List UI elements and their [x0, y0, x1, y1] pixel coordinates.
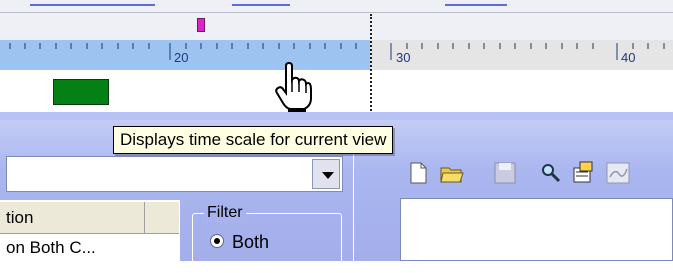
tick-label-30: 30 [396, 50, 411, 65]
panel-top-edge [0, 112, 673, 120]
list-column-header[interactable]: tion [0, 202, 145, 234]
divider [0, 12, 673, 13]
chevron-down-icon[interactable] [312, 159, 340, 189]
view-combobox[interactable] [6, 156, 343, 192]
graph-icon[interactable] [605, 160, 631, 186]
header-link-3[interactable] [445, 4, 507, 6]
ruler-ticks [9, 43, 665, 60]
tick-label-20: 20 [174, 50, 189, 65]
radio-both[interactable] [210, 234, 224, 248]
timeline-event-bar[interactable] [53, 79, 109, 105]
hand-pointer-icon [275, 62, 312, 112]
new-doc-icon[interactable] [405, 160, 431, 186]
search-icon[interactable] [538, 160, 564, 186]
header-link-2[interactable] [232, 4, 290, 6]
list-column-header-2[interactable] [145, 202, 179, 234]
timeline-header-strip [0, 0, 673, 40]
save-icon[interactable] [492, 160, 518, 186]
list-item[interactable]: on Both C... [6, 238, 96, 258]
open-folder-icon[interactable] [439, 160, 465, 186]
filter-group-label: Filter [204, 204, 246, 222]
header-link-1[interactable] [30, 4, 155, 6]
properties-icon[interactable] [570, 160, 596, 186]
tooltip: Displays time scale for current view [113, 126, 394, 154]
radio-both-label[interactable]: Both [232, 232, 269, 253]
details-panel[interactable] [400, 198, 673, 261]
tick-label-40: 40 [621, 50, 636, 65]
current-time-marker[interactable] [197, 18, 205, 32]
time-scale-ruler[interactable]: 20 30 40 [0, 40, 673, 70]
